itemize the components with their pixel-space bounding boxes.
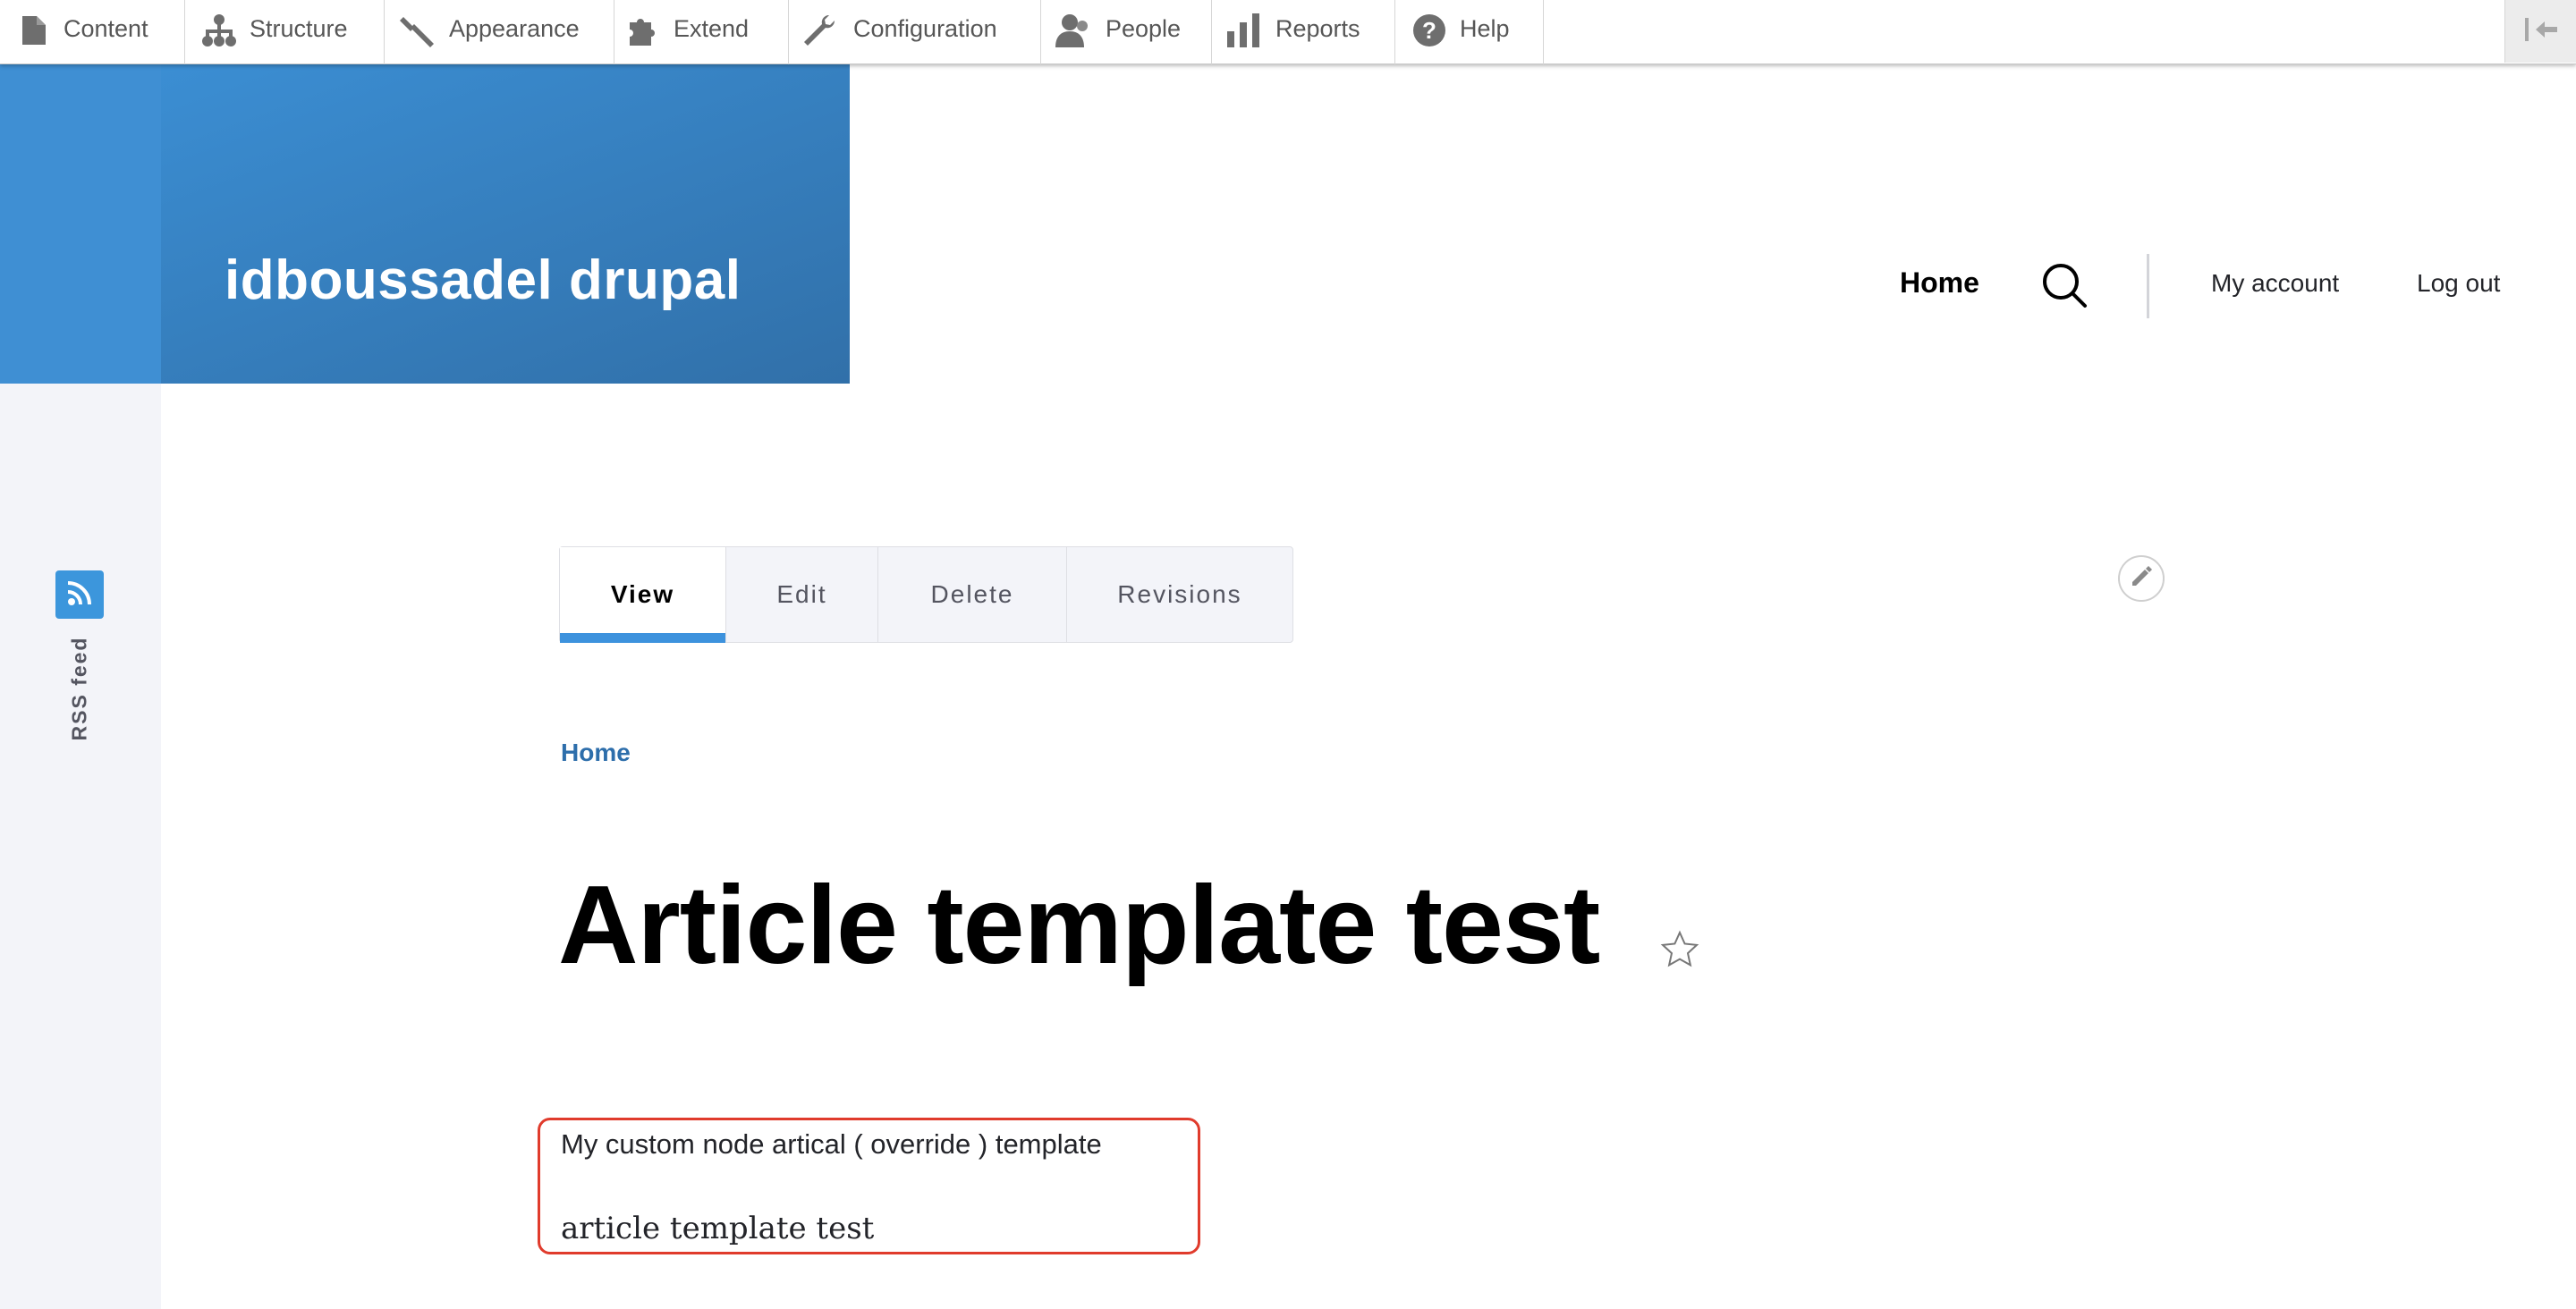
toolbar-label: Structure (250, 15, 348, 42)
admin-toolbar: Content Structure Appearance Extend Conf… (0, 0, 2576, 64)
site-branding (161, 64, 850, 384)
tab-edit[interactable]: Edit (726, 547, 878, 642)
breadcrumb-home-link[interactable]: Home (561, 739, 631, 767)
rss-feed-button[interactable] (55, 570, 104, 619)
toolbar-label: Content (64, 15, 148, 42)
nav-divider (2147, 254, 2149, 318)
puzzle-icon (627, 13, 663, 48)
toolbar-label: Help (1460, 15, 1510, 42)
nav-home-link[interactable]: Home (1900, 266, 1979, 300)
collapse-icon (2523, 16, 2559, 47)
search-icon[interactable] (2041, 262, 2088, 308)
log-out-link[interactable]: Log out (2417, 269, 2500, 298)
toolbar-item-people[interactable]: People (1041, 0, 1212, 64)
toolbar-item-content[interactable]: Content (0, 0, 185, 64)
rss-feed-label[interactable]: RSS feed (68, 637, 92, 741)
toolbar-item-reports[interactable]: Reports (1212, 0, 1395, 64)
rss-icon (65, 578, 94, 612)
article-body-text: article template test (561, 1211, 875, 1246)
star-icon[interactable] (1660, 930, 1699, 969)
help-circle-icon: ? (1411, 13, 1447, 48)
sitemap-icon (201, 13, 237, 48)
site-name[interactable]: idboussadel drupal (225, 249, 741, 312)
tab-delete[interactable]: Delete (878, 547, 1067, 642)
page-title: Article template test (558, 864, 1600, 987)
toolbar-label: Extend (674, 15, 750, 42)
tab-revisions[interactable]: Revisions (1067, 547, 1292, 642)
toolbar-collapse-button[interactable] (2504, 0, 2576, 63)
local-tasks-tabs: View Edit Delete Revisions (559, 546, 1293, 643)
sidebar-header-band (0, 64, 161, 384)
toolbar-label: Appearance (449, 15, 580, 42)
toolbar-label: People (1106, 15, 1182, 42)
toolbar-label: Reports (1275, 15, 1360, 42)
contextual-edit-button[interactable] (2118, 555, 2165, 602)
toolbar-item-configuration[interactable]: Configuration (789, 0, 1041, 64)
toolbar-item-help[interactable]: ? Help (1395, 0, 1544, 64)
custom-template-text: My custom node artical ( override ) temp… (561, 1128, 1102, 1160)
toolbar-item-extend[interactable]: Extend (614, 0, 789, 64)
toolbar-item-appearance[interactable]: Appearance (385, 0, 614, 64)
paint-brush-icon (399, 13, 435, 48)
people-icon (1055, 13, 1091, 48)
my-account-link[interactable]: My account (2211, 269, 2339, 298)
wrench-icon (801, 13, 837, 48)
file-icon (16, 13, 52, 48)
svg-text:?: ? (1422, 17, 1436, 44)
tab-view[interactable]: View (560, 547, 726, 643)
pencil-icon (2129, 564, 2154, 594)
bar-chart-icon (1226, 13, 1262, 48)
toolbar-item-structure[interactable]: Structure (185, 0, 385, 64)
toolbar-label: Configuration (853, 15, 997, 42)
